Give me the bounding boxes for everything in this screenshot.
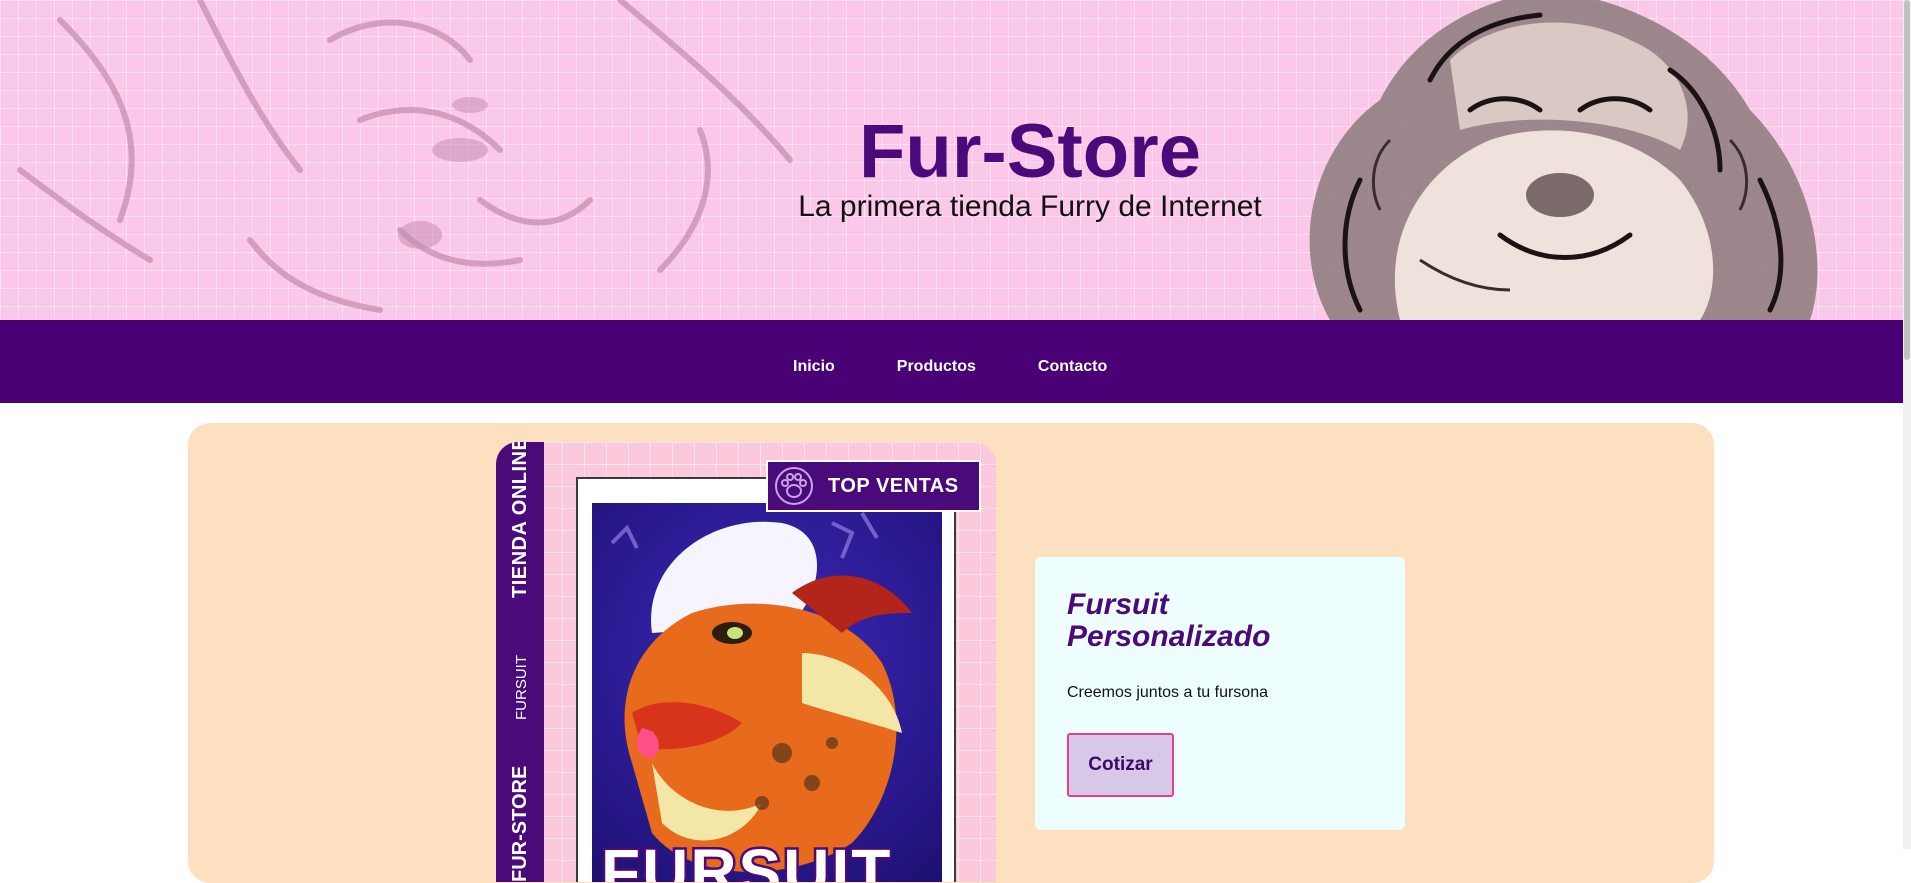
dragon-fursuit-illustration xyxy=(610,511,912,872)
featured-product-image[interactable]: TIENDA ONLINE FURSUIT FUR-STORE TOP VENT… xyxy=(496,442,996,882)
side-strip: TIENDA ONLINE FURSUIT FUR-STORE xyxy=(496,442,544,882)
page-scrollbar[interactable] xyxy=(1903,0,1911,849)
hero-header: Fur-Store La primera tienda Furry de Int… xyxy=(0,0,1903,320)
product-description: Creemos juntos a tu fursona xyxy=(1067,684,1268,701)
nav-links: Inicio Productos Contacto xyxy=(762,350,1138,384)
side-strip-bottom-text: FUR-STORE xyxy=(509,765,531,882)
top-sales-label: TOP VENTAS xyxy=(828,474,959,497)
product-info-card: Fursuit Personalizado Creemos juntos a t… xyxy=(1035,557,1405,830)
quote-button[interactable]: Cotizar xyxy=(1067,733,1174,797)
nav-link-productos[interactable]: Productos xyxy=(866,350,1007,384)
site-title: Fur-Store xyxy=(859,109,1201,194)
nav-link-contacto[interactable]: Contacto xyxy=(1007,350,1138,384)
photo-frame xyxy=(576,477,956,882)
product-title: Fursuit Personalizado xyxy=(1067,588,1271,653)
site-subtitle: La primera tienda Furry de Internet xyxy=(798,190,1262,223)
nav-link-inicio[interactable]: Inicio xyxy=(762,350,866,384)
paw-icon xyxy=(768,462,820,510)
main-navigation: Inicio Productos Contacto xyxy=(0,320,1903,403)
scrollbar-thumb[interactable] xyxy=(1904,0,1910,360)
side-strip-main-text: TIENDA ONLINE xyxy=(509,442,531,598)
fursuit-photo xyxy=(592,503,942,882)
top-sales-badge: TOP VENTAS xyxy=(766,460,981,512)
fursuit-caption: FURSUIT xyxy=(598,835,893,883)
side-strip-sub-text: FURSUIT xyxy=(513,655,530,720)
